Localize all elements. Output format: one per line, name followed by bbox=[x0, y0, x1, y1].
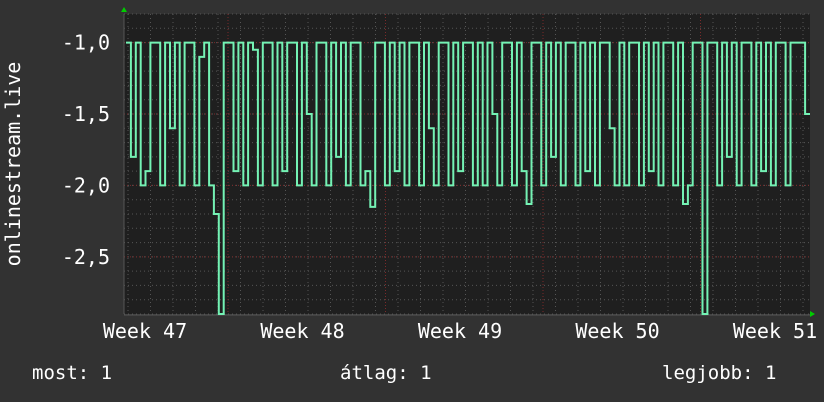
y-tick-label: -2,5 bbox=[62, 245, 110, 269]
x-tick-label: Week 51 bbox=[733, 319, 817, 343]
legend-maximum: legjobb: 1 bbox=[662, 362, 777, 384]
legend-current: most: 1 bbox=[32, 362, 113, 384]
y-tick-label: -1,5 bbox=[62, 102, 110, 126]
y-axis-arrow-icon bbox=[121, 7, 127, 12]
x-axis-arrow-icon bbox=[810, 311, 815, 317]
chart: -1,0 -1,5 -2,0 -2,5 Week 47 Week 48 Week 49 We… bbox=[1, 7, 817, 343]
x-tick-label: Week 49 bbox=[418, 319, 502, 343]
x-tick-label: Week 47 bbox=[103, 319, 187, 343]
legend-average: átlag: 1 bbox=[340, 362, 432, 384]
x-tick-label: Week 50 bbox=[575, 319, 659, 343]
y-tick-label: -1,0 bbox=[62, 31, 110, 55]
y-tick-label: -2,0 bbox=[62, 173, 110, 197]
y-axis-label: onlinestream.live bbox=[1, 62, 25, 267]
x-tick-label: Week 48 bbox=[260, 319, 344, 343]
y-axis: -1,0 -1,5 -2,0 -2,5 bbox=[62, 31, 110, 269]
